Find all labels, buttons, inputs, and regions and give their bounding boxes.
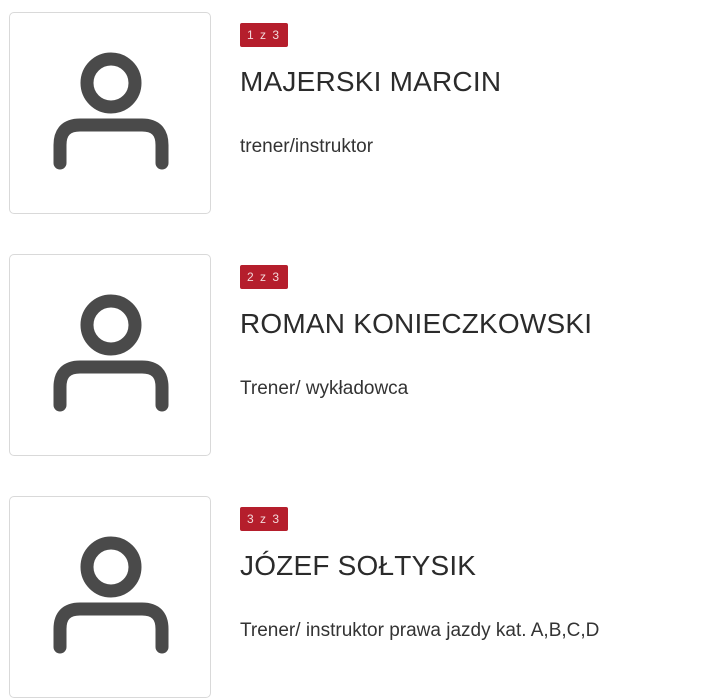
person-name: MAJERSKI MARCIN	[240, 66, 502, 97]
person-role: Trener/ instruktor prawa jazdy kat. A,B,…	[240, 620, 600, 641]
avatar	[9, 496, 211, 698]
person-name: ROMAN KONIECZKOWSKI	[240, 308, 593, 339]
person-card: 2 z 3 ROMAN KONIECZKOWSKI Trener/ wykład…	[0, 254, 713, 458]
person-card: 3 z 3 JÓZEF SOŁTYSIK Trener/ instruktor …	[0, 496, 713, 700]
person-role: Trener/ wykładowca	[240, 378, 409, 399]
person-role: trener/instruktor	[240, 136, 374, 157]
slide-counter-badge: 2 z 3	[240, 265, 288, 289]
person-card: 1 z 3 MAJERSKI MARCIN trener/instruktor	[0, 12, 713, 216]
slide-counter-badge: 1 z 3	[240, 23, 288, 47]
avatar	[9, 12, 211, 214]
person-name: JÓZEF SOŁTYSIK	[240, 550, 477, 581]
avatar	[9, 254, 211, 456]
user-icon	[53, 536, 169, 654]
user-icon	[53, 294, 169, 412]
slide-counter-badge: 3 z 3	[240, 507, 288, 531]
user-icon	[53, 52, 169, 170]
